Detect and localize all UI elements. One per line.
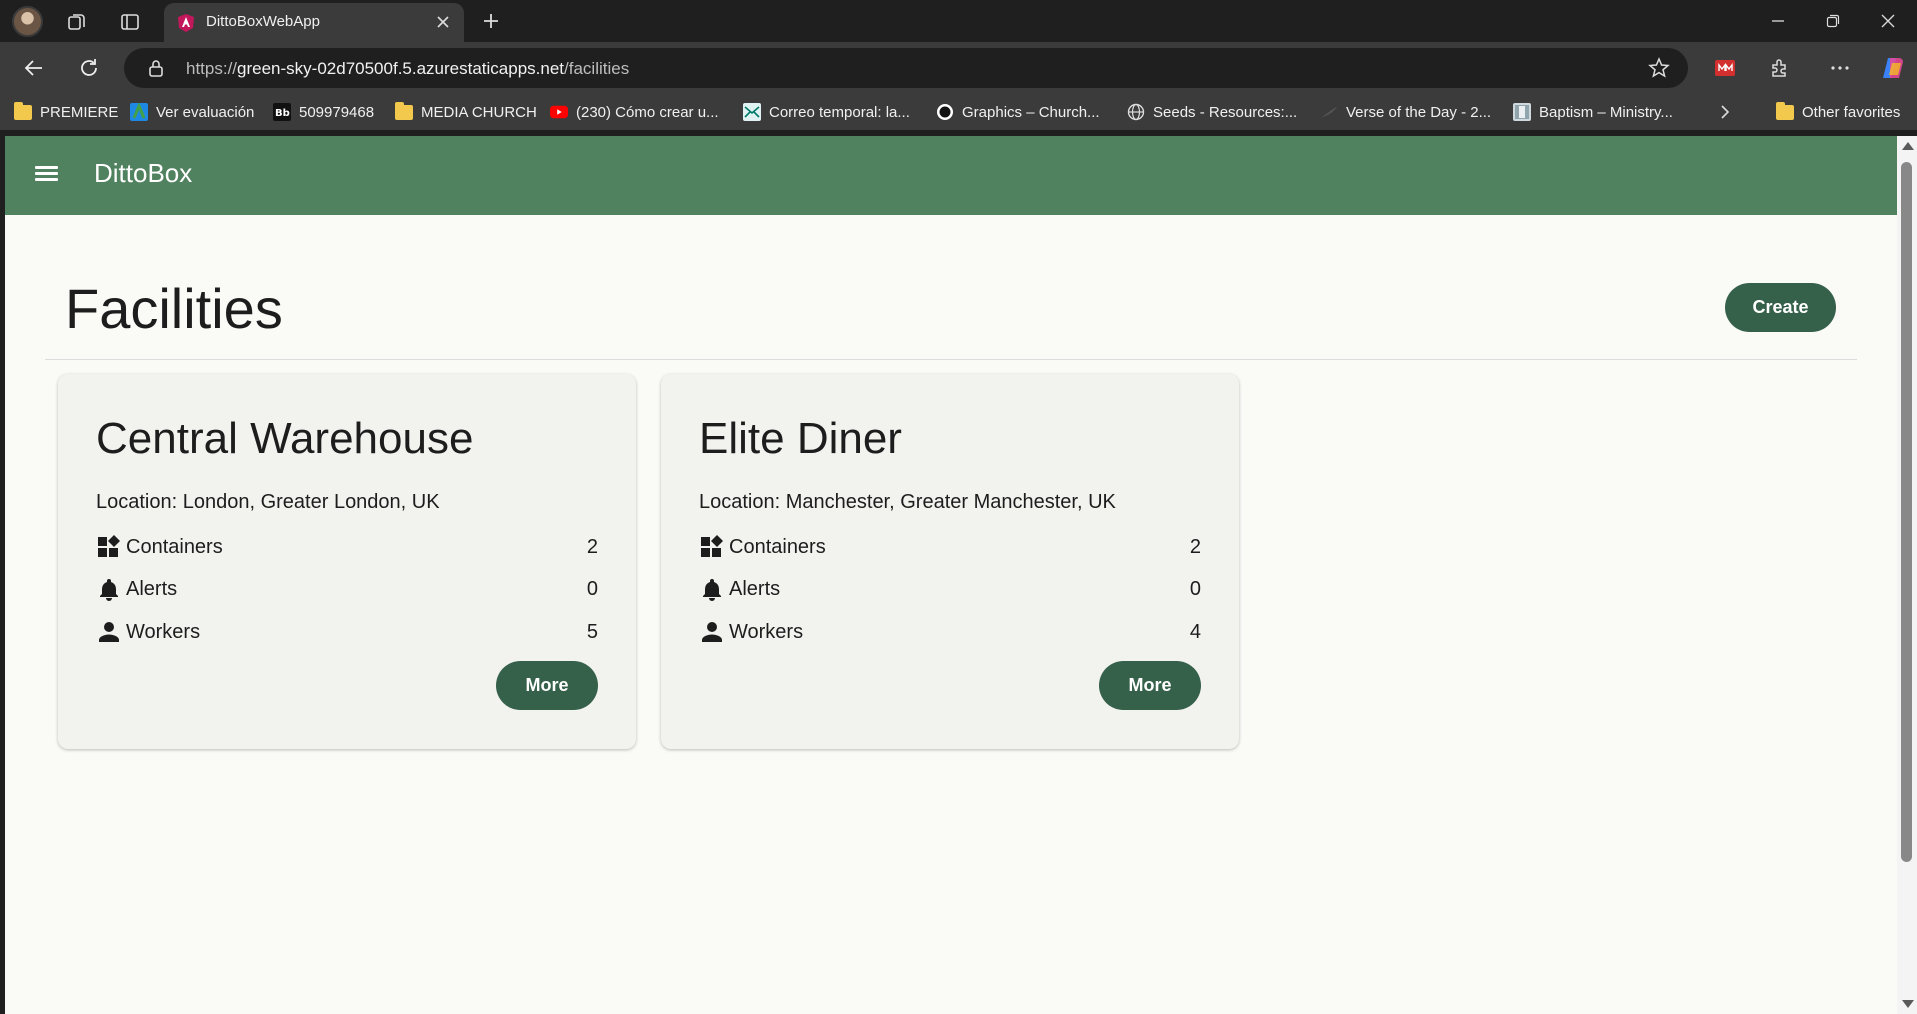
svg-text:Bb: Bb [275,108,290,119]
extensions-icon[interactable] [1766,54,1794,82]
extension-red-icon[interactable] [1711,54,1739,82]
youtube-icon [550,103,568,121]
circle-icon [936,103,954,121]
folder-icon [395,101,413,121]
facility-location: Location: London, Greater London, UK [96,491,440,513]
bell-icon [100,579,118,601]
minimize-icon[interactable] [1749,0,1807,42]
widgets-icon [98,535,120,557]
facility-card: Elite Diner Location: Manchester, Greate… [661,374,1239,749]
divider [45,359,1857,360]
bookmark-item[interactable]: Correo temporal: la... [743,101,910,123]
hamburger-menu-icon[interactable] [35,163,63,187]
page-title: Facilities [65,277,283,340]
widgets-icon [701,535,723,557]
bb-icon: Bb [273,103,291,121]
close-window-icon[interactable] [1859,0,1917,42]
bell-icon [703,579,721,601]
bookmark-item[interactable]: (230) Cómo crear u... [550,101,719,123]
facility-card: Central Warehouse Location: London, Grea… [58,374,636,749]
bookmark-item[interactable]: Verse of the Day - 2... [1320,101,1491,123]
mail-icon [743,103,761,121]
new-tab-icon[interactable] [478,8,504,34]
feather-icon [1320,103,1338,121]
url-text[interactable]: https://green-sky-02d70500f.5.azurestati… [186,59,629,79]
stat-alerts: Alerts 0 [96,574,598,604]
vertical-tabs-icon[interactable] [116,8,144,36]
scroll-up-icon[interactable] [1902,142,1914,150]
scroll-down-icon[interactable] [1902,1000,1914,1008]
tab-bar: DittoBoxWebApp [0,0,1917,42]
bookmark-item[interactable]: Seeds - Resources:... [1127,101,1297,123]
stat-containers: Containers 2 [699,532,1201,562]
bookmark-item[interactable]: Bb 509979468 [273,101,374,123]
more-button[interactable]: More [496,661,598,710]
restore-icon[interactable] [1804,0,1862,42]
facility-location: Location: Manchester, Greater Manchester… [699,491,1116,513]
bookmarks-bar: PREMIERE Ver evaluación Bb 509979468 MED… [0,94,1917,130]
browser-toolbar: https://green-sky-02d70500f.5.azurestati… [0,42,1917,94]
more-options-icon[interactable] [1826,54,1854,82]
page-viewport: DittoBox Facilities Create Central Wareh… [5,136,1897,1014]
stat-workers: Workers 4 [699,617,1201,647]
favorite-star-icon[interactable] [1648,57,1670,79]
app-icon [130,103,148,121]
app-title: DittoBox [94,158,193,188]
workspaces-icon[interactable] [63,8,91,36]
back-icon[interactable] [20,54,48,82]
stat-alerts: Alerts 0 [699,574,1201,604]
copilot-icon[interactable] [1879,54,1907,82]
bookmark-item[interactable]: PREMIERE [14,101,118,123]
stat-containers: Containers 2 [96,532,598,562]
address-bar[interactable]: https://green-sky-02d70500f.5.azurestati… [124,48,1688,88]
scroll-thumb[interactable] [1901,162,1912,862]
app-header: DittoBox [5,136,1897,215]
bookmark-item[interactable]: MEDIA CHURCH [395,101,537,123]
bookmarks-overflow-icon[interactable] [1718,101,1732,123]
angular-favicon-icon [178,14,194,32]
image-icon [1513,103,1531,121]
refresh-icon[interactable] [75,54,103,82]
profile-avatar[interactable] [12,6,43,37]
person-icon [702,622,722,642]
facility-name: Elite Diner [699,414,902,463]
folder-icon [1776,101,1794,121]
close-tab-icon[interactable] [432,11,454,33]
other-favorites[interactable]: Other favorites [1776,101,1900,123]
bookmark-item[interactable]: Ver evaluación [130,101,254,123]
lock-icon[interactable] [146,58,166,78]
person-icon [99,622,119,642]
bookmark-item[interactable]: Graphics – Church... [936,101,1100,123]
folder-icon [14,101,32,121]
create-button[interactable]: Create [1725,283,1836,332]
page-scrollbar[interactable] [1897,136,1917,1014]
bookmark-item[interactable]: Baptism – Ministry... [1513,101,1673,123]
globe-icon [1127,103,1145,121]
tab-title: DittoBoxWebApp [206,13,320,30]
tab-dittobox[interactable]: DittoBoxWebApp [164,3,464,42]
more-button[interactable]: More [1099,661,1201,710]
stat-workers: Workers 5 [96,617,598,647]
facility-name: Central Warehouse [96,414,474,463]
